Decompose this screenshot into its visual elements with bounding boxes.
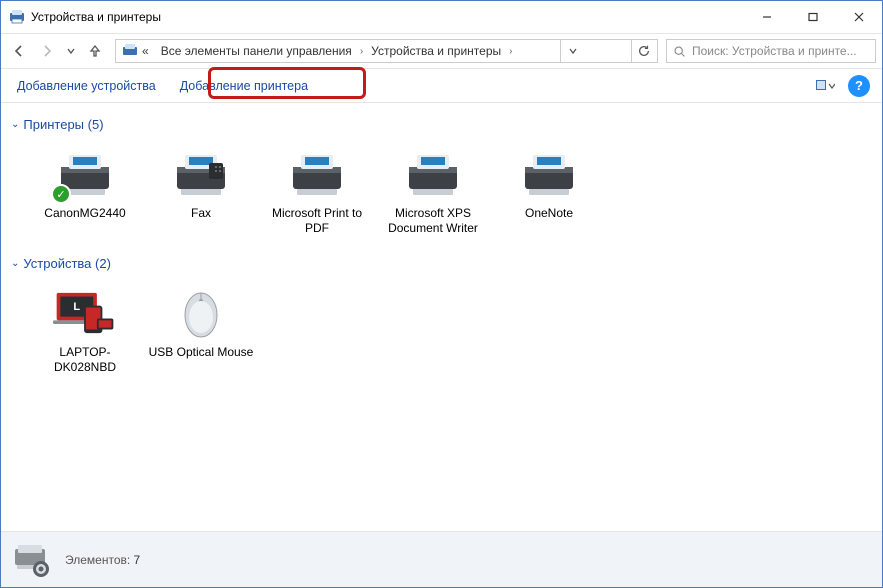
up-button[interactable] [83, 39, 107, 63]
address-seg-2[interactable]: Устройства и принтеры [365, 40, 507, 62]
printer-icon [285, 146, 349, 202]
item-label: Fax [191, 206, 211, 221]
recent-locations-button[interactable] [63, 39, 79, 63]
refresh-button[interactable] [631, 40, 657, 62]
printer-item-ms-xps[interactable]: Microsoft XPS Document Writer [375, 142, 491, 240]
device-item-mouse[interactable]: USB Optical Mouse [143, 281, 259, 379]
minimize-button[interactable] [744, 1, 790, 33]
printer-icon [517, 146, 581, 202]
window-buttons [744, 1, 882, 33]
chevron-down-icon: ⌄ [11, 119, 19, 130]
window-title: Устройства и принтеры [31, 10, 161, 24]
devices-list: L LAPTOP-DK028NBD [7, 277, 876, 391]
group-title-devices: Устройства (2) [23, 256, 111, 271]
status-bar: Элементов: 7 [1, 531, 882, 587]
printer-item-onenote[interactable]: OneNote [491, 142, 607, 240]
view-options-button[interactable] [808, 75, 842, 97]
titlebar: Устройства и принтеры [1, 1, 882, 33]
printer-icon [401, 146, 465, 202]
item-label: LAPTOP-DK028NBD [29, 345, 141, 375]
maximize-button[interactable] [790, 1, 836, 33]
printer-item-ms-print-pdf[interactable]: Microsoft Print to PDF [259, 142, 375, 240]
app-icon [9, 9, 25, 25]
chevron-right-icon[interactable]: › [358, 46, 365, 57]
search-box[interactable] [666, 39, 876, 63]
svg-text:L: L [73, 301, 80, 313]
status-count-value: 7 [134, 553, 141, 567]
back-button[interactable] [7, 39, 31, 63]
chevron-right-icon[interactable]: › [507, 46, 514, 57]
toolbar: Добавление устройства Добавление принтер… [1, 69, 882, 103]
item-label: OneNote [525, 206, 573, 221]
forward-button[interactable] [35, 39, 59, 63]
navbar: « Все элементы панели управления › Устро… [1, 33, 882, 69]
status-count-label: Элементов: [65, 553, 130, 567]
mouse-icon [169, 285, 233, 341]
fax-icon [169, 146, 233, 202]
group-header-devices[interactable]: ⌄ Устройства (2) [7, 252, 876, 277]
address-seg-1[interactable]: Все элементы панели управления [155, 40, 358, 62]
item-label: Microsoft Print to PDF [261, 206, 373, 236]
content-area: ⌄ Принтеры (5) ✓ CanonMG2440 Fax [1, 103, 882, 531]
address-bar[interactable]: « Все элементы панели управления › Устро… [115, 39, 658, 63]
add-printer-button[interactable]: Добавление принтера [168, 73, 320, 99]
status-icon [11, 541, 53, 579]
printers-list: ✓ CanonMG2440 Fax Microsoft Print to PDF [7, 138, 876, 252]
window: Устройства и принтеры « Все элементы пан… [0, 0, 883, 588]
device-item-laptop[interactable]: L LAPTOP-DK028NBD [27, 281, 143, 379]
default-check-icon: ✓ [51, 184, 71, 204]
printer-item-canon[interactable]: ✓ CanonMG2440 [27, 142, 143, 240]
search-icon [673, 45, 686, 58]
add-device-button[interactable]: Добавление устройства [5, 73, 168, 99]
close-button[interactable] [836, 1, 882, 33]
printer-item-fax[interactable]: Fax [143, 142, 259, 240]
search-input[interactable] [692, 44, 869, 58]
item-label: CanonMG2440 [44, 206, 125, 221]
address-root-prefix: « [142, 44, 149, 58]
item-label: Microsoft XPS Document Writer [377, 206, 489, 236]
laptop-icon: L [53, 285, 117, 341]
group-title-printers: Принтеры (5) [23, 117, 103, 132]
help-button[interactable]: ? [848, 75, 870, 97]
chevron-down-icon: ⌄ [11, 258, 19, 269]
item-label: USB Optical Mouse [149, 345, 254, 360]
address-dropdown-button[interactable] [560, 40, 586, 62]
printer-icon: ✓ [53, 146, 117, 202]
group-header-printers[interactable]: ⌄ Принтеры (5) [7, 113, 876, 138]
address-root[interactable]: « [116, 40, 155, 62]
